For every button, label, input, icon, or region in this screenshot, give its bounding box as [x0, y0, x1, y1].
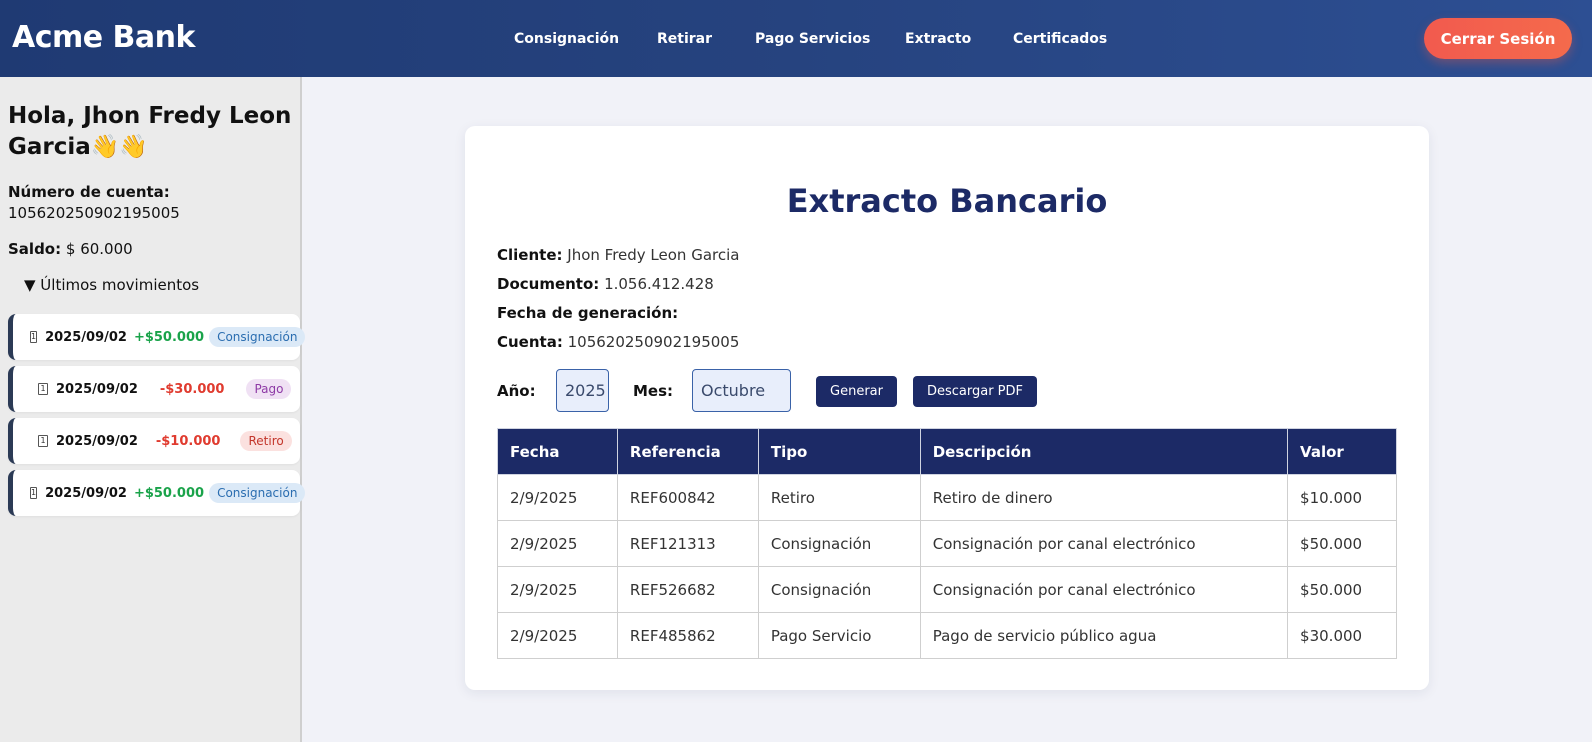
movement-type-badge: Retiro: [240, 431, 292, 451]
year-input[interactable]: 2025: [556, 369, 609, 412]
account-number-value: 105620250902195005: [8, 204, 180, 222]
movement-item[interactable]: 1 2025/09/02 -$30.000 Pago: [8, 366, 300, 412]
cell-descripcion: Consignación por canal electrónico: [919, 520, 1289, 567]
cell-fecha: 2/9/2025: [497, 566, 618, 613]
main-nav: Consignación Retirar Pago Servicios Extr…: [0, 0, 1592, 77]
cell-referencia: REF600842: [616, 474, 759, 521]
nav-pago-servicios[interactable]: Pago Servicios: [755, 31, 870, 47]
movement-amount: -$30.000: [159, 381, 225, 397]
document-info: Documento: 1.056.412.428: [497, 275, 714, 293]
document-value: 1.056.412.428: [599, 275, 714, 293]
generation-date-label: Fecha de generación:: [497, 304, 679, 322]
document-label: Documento:: [497, 275, 600, 293]
month-label: Mes:: [633, 382, 674, 400]
column-header-valor: Valor: [1287, 428, 1397, 475]
cell-valor: $50.000: [1287, 520, 1397, 567]
nav-retirar[interactable]: Retirar: [657, 31, 712, 47]
movement-date: 2025/09/02: [45, 485, 127, 501]
month-input[interactable]: Octubre: [692, 369, 791, 412]
account-label: Cuenta:: [497, 333, 563, 351]
cell-valor: $50.000: [1287, 566, 1397, 613]
movement-type-badge: Pago: [246, 379, 292, 399]
cell-valor: $30.000: [1287, 612, 1397, 659]
table-row: 2/9/2025 REF121313 Consignación Consigna…: [497, 520, 1397, 567]
cell-valor: $10.000: [1287, 474, 1397, 521]
greeting: Hola, Jhon Fredy Leon Garcia👋👋: [8, 103, 292, 160]
column-header-fecha: Fecha: [497, 428, 618, 475]
table-row: 2/9/2025 REF526682 Consignación Consigna…: [497, 566, 1397, 613]
movement-item[interactable]: 1 2025/09/02 +$50.000 Consignación: [8, 314, 306, 360]
receipt-icon: 1: [38, 435, 48, 447]
table-row: 2/9/2025 REF485862 Pago Servicio Pago de…: [497, 612, 1397, 659]
cell-fecha: 2/9/2025: [497, 520, 618, 567]
movement-date: 2025/09/02: [56, 381, 138, 397]
cell-fecha: 2/9/2025: [497, 612, 618, 659]
page-title: Extracto Bancario: [786, 182, 1108, 220]
cell-referencia: REF485862: [616, 612, 759, 659]
client-value: Jhon Fredy Leon Garcia: [562, 246, 740, 264]
column-header-descripcion: Descripción: [919, 428, 1289, 475]
cell-descripcion: Pago de servicio público agua: [919, 612, 1289, 659]
balance-value: $ 60.000: [61, 240, 133, 258]
movement-item[interactable]: 1 2025/09/02 -$10.000 Retiro: [8, 418, 300, 464]
movement-date: 2025/09/02: [45, 329, 127, 345]
cell-descripcion: Retiro de dinero: [919, 474, 1289, 521]
table-row: 2/9/2025 REF600842 Retiro Retiro de dine…: [497, 474, 1397, 521]
recent-movements-toggle[interactable]: ▼ Últimos movimientos: [24, 276, 199, 294]
cell-referencia: REF121313: [616, 520, 759, 567]
nav-certificados[interactable]: Certificados: [1013, 31, 1107, 47]
movement-amount: -$10.000: [155, 433, 221, 449]
download-pdf-button[interactable]: Descargar PDF: [913, 376, 1037, 407]
column-header-tipo: Tipo: [757, 428, 921, 475]
nav-extracto[interactable]: Extracto: [905, 31, 971, 47]
cell-tipo: Consignación: [757, 520, 921, 567]
receipt-icon: 1: [38, 383, 48, 395]
account-value: 105620250902195005: [562, 333, 740, 351]
receipt-icon: 1: [30, 331, 38, 343]
cell-tipo: Retiro: [757, 474, 921, 521]
balance-label: Saldo:: [8, 240, 62, 258]
statement-table: Fecha Referencia Tipo Descripción Valor …: [497, 428, 1397, 659]
generate-button[interactable]: Generar: [816, 376, 897, 407]
nav-consignacion[interactable]: Consignación: [514, 31, 619, 47]
logout-button[interactable]: Cerrar Sesión: [1424, 18, 1572, 59]
year-label: Año:: [497, 382, 536, 400]
movement-item[interactable]: 1 2025/09/02 +$50.000 Consignación: [8, 470, 306, 516]
account-info: Cuenta: 105620250902195005: [497, 333, 739, 351]
movement-type-badge: Consignación: [209, 483, 306, 503]
cell-referencia: REF526682: [616, 566, 759, 613]
cell-fecha: 2/9/2025: [497, 474, 618, 521]
statement-card: Extracto Bancario Cliente: Jhon Fredy Le…: [465, 126, 1429, 690]
movement-amount: +$50.000: [133, 329, 205, 345]
cell-descripcion: Consignación por canal electrónico: [919, 566, 1289, 613]
cell-tipo: Pago Servicio: [757, 612, 921, 659]
receipt-icon: 1: [30, 487, 38, 499]
cell-tipo: Consignación: [757, 566, 921, 613]
movement-amount: +$50.000: [133, 485, 205, 501]
generation-date-info: Fecha de generación:: [497, 304, 678, 322]
sidebar: Hola, Jhon Fredy Leon Garcia👋👋 Número de…: [0, 77, 306, 742]
client-info: Cliente: Jhon Fredy Leon Garcia: [497, 246, 739, 264]
table-header-row: Fecha Referencia Tipo Descripción Valor: [497, 428, 1397, 475]
movement-type-badge: Consignación: [209, 327, 306, 347]
top-navbar: Acme Bank Consignación Retirar Pago Serv…: [0, 0, 1592, 77]
balance: Saldo: $ 60.000: [8, 240, 133, 258]
movement-date: 2025/09/02: [56, 433, 138, 449]
client-label: Cliente:: [497, 246, 563, 264]
column-header-referencia: Referencia: [616, 428, 759, 475]
account-number-label: Número de cuenta:: [8, 183, 170, 201]
